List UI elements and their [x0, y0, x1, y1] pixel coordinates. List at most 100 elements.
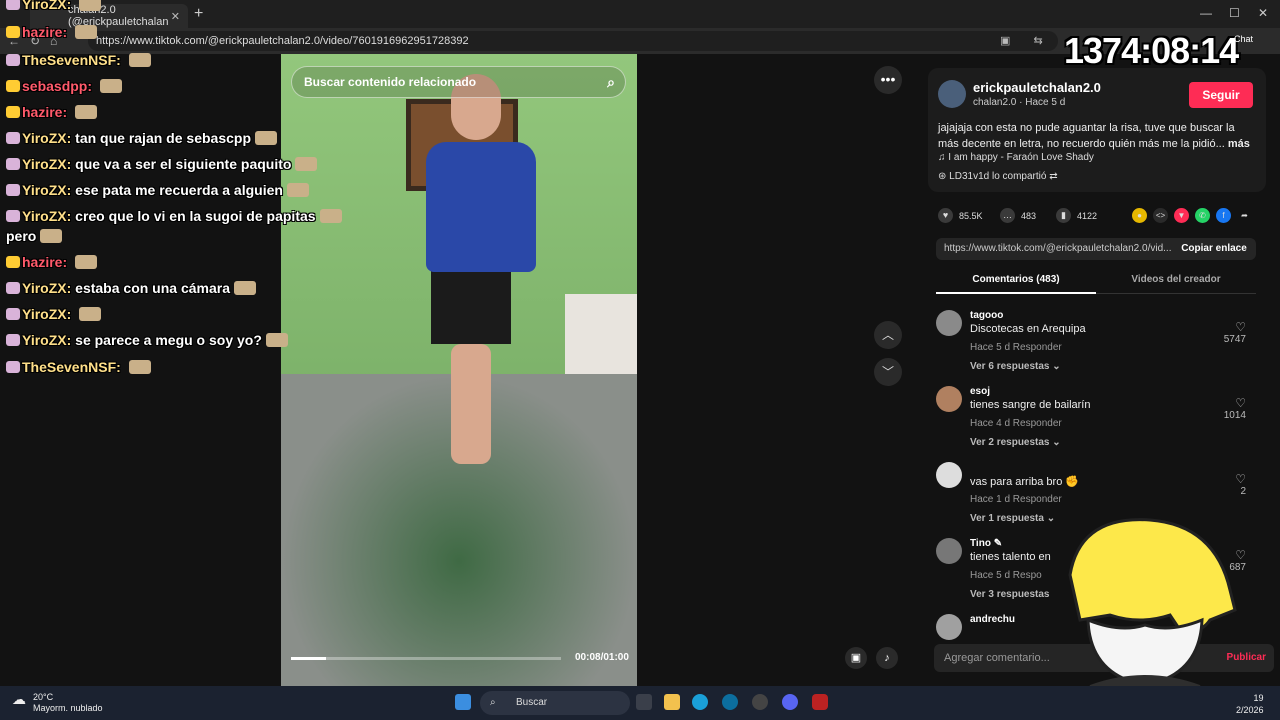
- add-comment-placeholder: Agregar comentario...: [944, 652, 1050, 664]
- comment-meta[interactable]: Hace 1 d Responder: [970, 494, 1062, 505]
- taskbar-search[interactable]: ⌕ Buscar: [480, 691, 630, 715]
- comment-username[interactable]: andrechu: [970, 614, 1015, 625]
- video-time: 00:08/01:00: [575, 652, 629, 663]
- save-stat[interactable]: ▮ 4122: [1056, 208, 1097, 223]
- chat-message: YiroZX: creo que lo vi en la sugoi de pa…: [6, 208, 342, 224]
- tab-creator-videos[interactable]: Videos del creador: [1096, 274, 1256, 285]
- embed-icon[interactable]: <>: [1153, 208, 1168, 223]
- related-search-input[interactable]: Buscar contenido relacionado ⌕: [291, 66, 626, 98]
- close-window-icon[interactable]: ✕: [1258, 6, 1268, 20]
- user-badge-icon: [6, 132, 20, 144]
- comment-avatar[interactable]: [936, 614, 962, 640]
- send-icon[interactable]: ▼: [1174, 208, 1189, 223]
- like-stat[interactable]: ♥ 85.5K: [938, 208, 983, 223]
- share-arrow-icon[interactable]: ➦: [1237, 208, 1252, 223]
- whatsapp-icon[interactable]: ✆: [1195, 208, 1210, 223]
- chat-username: YiroZX:: [22, 182, 72, 198]
- user-badge-icon: [6, 158, 20, 170]
- comment-like[interactable]: ♡ 2: [1206, 472, 1246, 497]
- view-replies-button[interactable]: Ver 3 respuestas: [970, 589, 1050, 600]
- comment-username[interactable]: esoj: [970, 386, 990, 397]
- pip-icon[interactable]: ▣: [845, 647, 867, 669]
- save-count: 4122: [1077, 210, 1098, 221]
- video-progress-fill: [291, 657, 327, 660]
- shared-by: ⊛ LD31v1d lo compartió ⇄: [938, 171, 1058, 182]
- comment-icon: …: [1000, 208, 1015, 223]
- creator-username[interactable]: erickpauletchalan2.0: [973, 80, 1101, 95]
- comment-avatar[interactable]: [936, 310, 962, 336]
- chat-username: hazire:: [22, 24, 68, 40]
- maximize-icon[interactable]: ☐: [1229, 6, 1240, 20]
- user-badge-icon: [6, 282, 20, 294]
- view-replies-button[interactable]: Ver 2 respuestas ⌄: [970, 437, 1061, 448]
- chat-username: hazire:: [22, 254, 68, 270]
- chat-message: YiroZX:: [6, 306, 102, 322]
- emote-icon: [40, 229, 63, 243]
- volume-icon[interactable]: ♪: [876, 647, 898, 669]
- comment-avatar[interactable]: [936, 386, 962, 412]
- comment-like[interactable]: ♡ 5747: [1206, 320, 1246, 345]
- song-link[interactable]: ♫ I am happy - Faraón Love Shady: [938, 152, 1094, 163]
- user-badge-icon: [6, 334, 20, 346]
- share-link[interactable]: https://www.tiktok.com/@erickpauletchala…: [944, 243, 1171, 254]
- chat-username: YiroZX:: [22, 130, 72, 146]
- minimize-icon[interactable]: —: [1200, 6, 1212, 20]
- comment-like-count: 5747: [1223, 334, 1246, 345]
- comment-meta[interactable]: Hace 5 d Respo: [970, 570, 1042, 581]
- view-replies-button[interactable]: Ver 6 respuestas ⌄: [970, 361, 1061, 372]
- clock[interactable]: 19 2/2026: [1236, 692, 1264, 716]
- comment-username[interactable]: tagooo: [970, 310, 1003, 321]
- video-player[interactable]: Buscar contenido relacionado ⌕ 00:08/01:…: [281, 54, 637, 686]
- comment-text: vas para arriba bro ✊: [970, 476, 1080, 488]
- chat-label[interactable]: Chat: [1234, 34, 1253, 44]
- start-icon[interactable]: [455, 694, 471, 710]
- app-icon[interactable]: [752, 694, 768, 710]
- chat-message: YiroZX: que va a ser el siguiente paquit…: [6, 156, 318, 172]
- discord-icon[interactable]: [782, 694, 798, 710]
- chat-message: YiroZX: estaba con una cámara: [6, 280, 257, 296]
- video-progress-bar[interactable]: [291, 657, 561, 660]
- chat-username: sebasdpp:: [22, 78, 93, 94]
- friends-share-icon[interactable]: ●: [1132, 208, 1147, 223]
- comment-meta[interactable]: Hace 5 d Responder: [970, 342, 1062, 353]
- comment-meta[interactable]: Hace 4 d Responder: [970, 418, 1062, 429]
- game-icon[interactable]: [812, 694, 828, 710]
- chat-message: hazire:: [6, 254, 98, 270]
- more-options-button[interactable]: •••: [874, 66, 902, 94]
- comment-stat[interactable]: … 483: [1000, 208, 1036, 223]
- next-video-button[interactable]: ﹀: [874, 358, 902, 386]
- edge-icon[interactable]: [692, 694, 708, 710]
- comment-count: 483: [1021, 210, 1037, 221]
- share-link-row: https://www.tiktok.com/@erickpauletchala…: [936, 238, 1256, 260]
- more-link[interactable]: más: [1228, 138, 1250, 150]
- facebook-icon[interactable]: f: [1216, 208, 1231, 223]
- chat-message: YiroZX: tan que rajan de sebascpp: [6, 130, 277, 146]
- file-explorer-icon[interactable]: [664, 694, 680, 710]
- comment-text: tienes sangre de bailarín: [970, 399, 1091, 411]
- tab-comments[interactable]: Comentarios (483): [936, 274, 1096, 285]
- creator-avatar[interactable]: [938, 80, 966, 108]
- previous-video-button[interactable]: ︿: [874, 321, 902, 349]
- comment-avatar[interactable]: [936, 462, 962, 488]
- weather-temp: 20°C: [33, 692, 54, 702]
- chat-text: tan que rajan de sebascpp: [75, 130, 251, 146]
- comments-tabs: Comentarios (483) Videos del creador: [936, 266, 1256, 294]
- comment-avatar[interactable]: [936, 538, 962, 564]
- view-replies-button[interactable]: Ver 1 respuesta ⌄: [970, 513, 1055, 524]
- emote-icon: [128, 53, 151, 67]
- comment-username[interactable]: Tino ✎: [970, 538, 1002, 549]
- chat-username: hazire:: [22, 104, 68, 120]
- comment-like-count: 2: [1240, 486, 1246, 497]
- search-icon[interactable]: ⌕: [607, 67, 615, 97]
- task-view-icon[interactable]: [636, 694, 652, 710]
- chat-username: YiroZX:: [22, 208, 72, 224]
- user-badge-icon: [6, 308, 20, 320]
- copy-link-button[interactable]: Copiar enlace: [1172, 238, 1256, 260]
- follow-button[interactable]: Seguir: [1189, 82, 1253, 108]
- emote-icon: [75, 105, 98, 119]
- like-count: 85.5K: [959, 210, 983, 221]
- weather-widget[interactable]: ☁ 20°C Mayorm. nublado: [12, 692, 103, 714]
- description-text: jajajaja con esta no pude aguantar la ri…: [938, 122, 1235, 150]
- comment-like[interactable]: ♡ 1014: [1206, 396, 1246, 421]
- browser-icon[interactable]: [722, 694, 738, 710]
